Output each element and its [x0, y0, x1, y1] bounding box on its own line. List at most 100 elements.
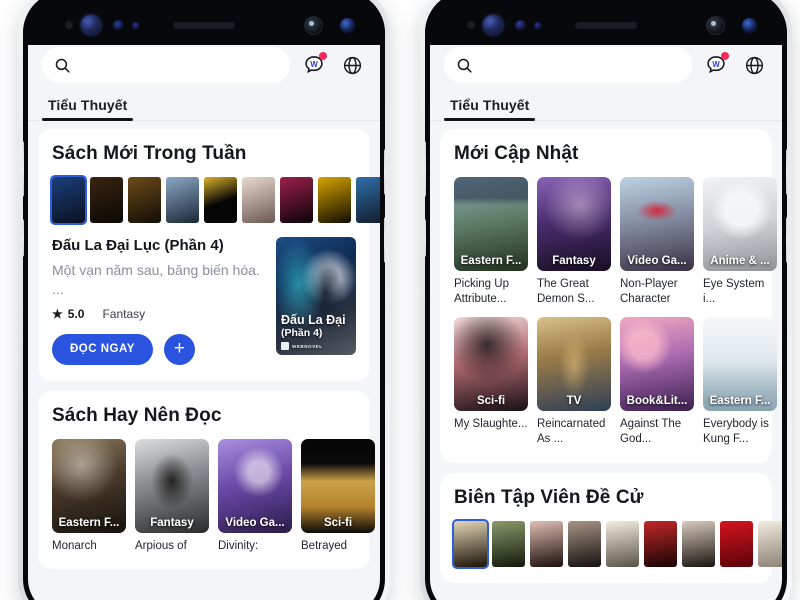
assistant-button[interactable]	[786, 217, 787, 263]
tab-underline	[42, 118, 134, 121]
book-card[interactable]: Book&Lit... Against The God...	[620, 316, 694, 447]
featured-book-cover[interactable]: Đấu La Đại (Phần 4) WEBNOVEL	[276, 237, 356, 355]
tab-bar: Tiểu Thuyết	[28, 91, 380, 121]
search-row: W	[28, 37, 380, 91]
globe-icon[interactable]	[338, 51, 366, 79]
book-title: Betrayed	[301, 539, 348, 552]
tab-tieu-thuyet[interactable]: Tiểu Thuyết	[42, 93, 134, 121]
proximity-sensor-icon	[65, 21, 73, 29]
search-bar[interactable]	[42, 47, 290, 83]
book-cover[interactable]: Anime & ...	[703, 177, 777, 271]
front-camera-icon	[706, 16, 725, 35]
thumbnail-item[interactable]	[568, 520, 601, 567]
thumbnail-item[interactable]	[204, 177, 237, 223]
thumbnail-item[interactable]	[166, 177, 199, 223]
thumbnail-item[interactable]	[720, 520, 753, 567]
book-cover[interactable]: Fantasy	[537, 177, 611, 271]
power-button[interactable]	[786, 149, 787, 195]
light-sensor-icon	[132, 22, 140, 30]
new-books-thumbnail-strip[interactable]	[50, 175, 380, 225]
featured-book-info: Đấu La Đại Lục (Phần 4) Một vạn năm sau,…	[52, 237, 264, 365]
thumbnail-item[interactable]	[492, 520, 525, 567]
right-content: Mới Cập Nhật Eastern F... Picking Up Att…	[430, 121, 782, 583]
thumbnail-item[interactable]	[280, 177, 313, 223]
read-now-button[interactable]: ĐỌC NGAY	[52, 333, 153, 365]
webnovel-brand: WEBNOVEL	[292, 343, 323, 349]
book-card[interactable]: Sci-fi My Slaughte...	[454, 316, 528, 447]
thumbnail-item[interactable]	[318, 177, 351, 223]
book-title: Non-Player Character	[620, 278, 678, 305]
ir-sensor-icon	[515, 20, 526, 31]
chat-icon[interactable]: W	[702, 51, 730, 79]
book-title: Everybody is Kung F...	[703, 417, 769, 445]
updated-books-grid: Eastern F... Picking Up Attribute... Fan…	[454, 177, 777, 447]
chat-icon[interactable]: W	[300, 51, 328, 79]
thumbnail-item[interactable]	[606, 520, 639, 567]
book-cover[interactable]: Book&Lit...	[620, 316, 694, 411]
cover-title-line2: (Phần 4)	[281, 327, 323, 339]
search-bar[interactable]	[444, 47, 692, 83]
rating-value: 5.0	[67, 306, 85, 321]
book-card[interactable]: TV Reincarnated As ...	[537, 316, 611, 447]
earpiece-speaker-icon	[173, 22, 235, 29]
book-cover[interactable]: TV	[537, 316, 611, 411]
front-camera-icon	[304, 16, 323, 35]
section-bien-tap-vien-de-cu: Biên Tập Viên Đề Cử	[440, 472, 782, 583]
book-cover[interactable]: Video Ga...	[620, 177, 694, 271]
section-moi-cap-nhat: Mới Cập Nhật Eastern F... Picking Up Att…	[440, 129, 777, 463]
volume-up-button[interactable]	[23, 141, 24, 197]
volume-up-button[interactable]	[425, 141, 426, 197]
thumbnail-item[interactable]	[452, 518, 489, 569]
volume-down-button[interactable]	[23, 219, 24, 257]
genre-tag: Sci-fi	[323, 516, 353, 529]
book-card[interactable]: Fantasy Arpious of	[135, 438, 209, 554]
book-card[interactable]: Eastern F... Monarch	[52, 438, 126, 554]
search-input[interactable]	[77, 57, 278, 73]
book-card[interactable]: Anime & ... Eye System i...	[703, 177, 777, 307]
book-cover[interactable]: Eastern F...	[703, 316, 777, 411]
thumbnail-item[interactable]	[50, 175, 87, 225]
thumbnail-item[interactable]	[242, 177, 275, 223]
book-card[interactable]: Fantasy The Great Demon S...	[537, 177, 611, 307]
notification-badge	[721, 52, 729, 60]
book-cover[interactable]: Eastern F...	[52, 438, 126, 533]
book-card[interactable]: Video Ga... Divinity:	[218, 438, 292, 554]
book-card[interactable]: Video Ga... Non-Player Character	[620, 177, 694, 307]
power-button[interactable]	[384, 149, 385, 195]
book-card[interactable]: Eastern F... Picking Up Attribute...	[454, 177, 528, 307]
tab-bar: Tiểu Thuyết	[430, 91, 782, 121]
book-card[interactable]: Sci-fi Betrayed	[301, 438, 375, 554]
search-row: W	[430, 37, 782, 91]
genre-tag: Video Ga...	[225, 516, 285, 529]
thumbnail-item[interactable]	[128, 177, 161, 223]
book-cover[interactable]: Sci-fi	[301, 438, 375, 533]
add-to-library-button[interactable]: +	[163, 333, 195, 365]
book-cover[interactable]: Sci-fi	[454, 316, 528, 411]
thumbnail-item[interactable]	[530, 520, 563, 567]
book-card[interactable]: Eastern F... Everybody is Kung F...	[703, 316, 777, 447]
globe-icon[interactable]	[740, 51, 768, 79]
editor-picks-thumbnail-strip[interactable]	[452, 518, 782, 569]
thumbnail-item[interactable]	[682, 520, 715, 567]
book-cover[interactable]: Eastern F...	[454, 177, 528, 271]
book-cover[interactable]: Fantasy	[135, 438, 209, 533]
search-input[interactable]	[479, 57, 680, 73]
secondary-camera-icon	[340, 18, 355, 33]
thumbnail-item[interactable]	[758, 520, 782, 567]
phone-left: W Tiểu Thuyết Sách Mới Trong Tuần Đấu La…	[18, 0, 390, 600]
search-icon	[456, 57, 473, 74]
webnovel-logo: WEBNOVEL	[281, 342, 352, 350]
book-cover[interactable]: Video Ga...	[218, 438, 292, 533]
tab-underline	[444, 118, 536, 121]
genre-tag: Video Ga...	[627, 255, 687, 267]
assistant-button[interactable]	[384, 217, 385, 263]
genre-tag: Eastern F...	[460, 255, 522, 267]
volume-down-button[interactable]	[425, 219, 426, 257]
rating: ★ 5.0	[52, 307, 84, 321]
phone-right-bezel: W Tiểu Thuyết Mới Cập Nhật Eastern F... …	[425, 0, 787, 600]
thumbnail-item[interactable]	[356, 177, 380, 223]
section-title: Sách Hay Nên Đọc	[52, 404, 222, 426]
thumbnail-item[interactable]	[644, 520, 677, 567]
tab-tieu-thuyet[interactable]: Tiểu Thuyết	[444, 93, 536, 121]
thumbnail-item[interactable]	[90, 177, 123, 223]
